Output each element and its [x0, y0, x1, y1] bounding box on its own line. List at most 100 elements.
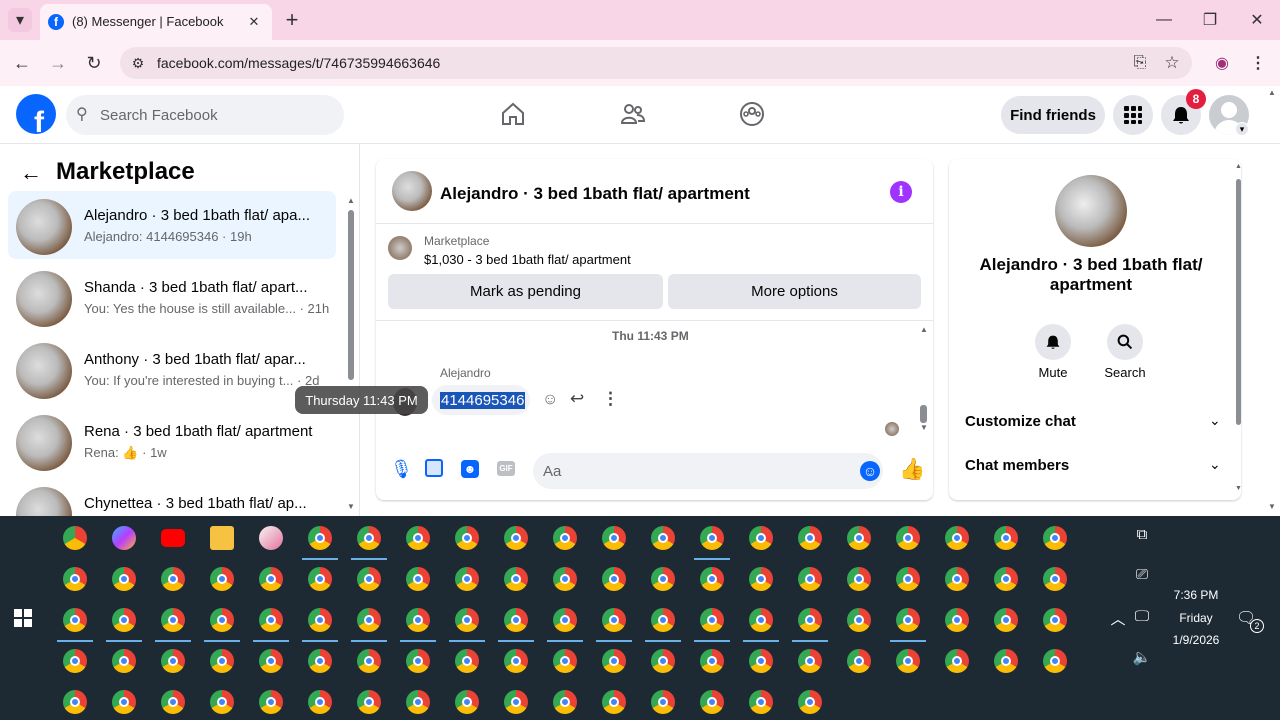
chrome-taskbar-icon[interactable]: [504, 526, 528, 550]
conversation-item[interactable]: Alejandro · 3 bed 1bath flat/ apa... Ale…: [8, 191, 336, 259]
conversation-item[interactable]: Shanda · 3 bed 1bath flat/ apart... You:…: [8, 263, 336, 331]
volume-icon[interactable]: 🔈: [1131, 648, 1153, 666]
chrome-taskbar-icon[interactable]: [602, 690, 626, 714]
chrome-taskbar-icon[interactable]: [455, 649, 479, 673]
chrome-taskbar-icon[interactable]: [749, 567, 773, 591]
chrome-taskbar-icon[interactable]: [63, 526, 87, 550]
chrome-taskbar-icon[interactable]: [994, 608, 1018, 632]
forward-icon[interactable]: →: [46, 51, 70, 75]
chrome-taskbar-icon[interactable]: [161, 567, 185, 591]
chrome-taskbar-icon[interactable]: [798, 567, 822, 591]
chrome-taskbar-icon[interactable]: [945, 567, 969, 591]
chrome-taskbar-icon[interactable]: [63, 690, 87, 714]
account-chevron-icon[interactable]: ▾: [1235, 122, 1249, 136]
voice-clip-icon[interactable]: 🎙: [390, 459, 413, 480]
chrome-taskbar-icon[interactable]: [651, 649, 675, 673]
search-facebook-input[interactable]: ⚲ Search Facebook: [66, 95, 344, 135]
chrome-taskbar-icon[interactable]: [63, 608, 87, 632]
chrome-taskbar-icon[interactable]: [651, 567, 675, 591]
chrome-taskbar-icon[interactable]: [210, 567, 234, 591]
more-options-button[interactable]: More options: [668, 274, 921, 309]
chrome-taskbar-icon[interactable]: [602, 608, 626, 632]
chrome-taskbar-icon[interactable]: [357, 567, 381, 591]
customize-chat-section[interactable]: Customize chat ⌄: [957, 405, 1229, 437]
chrome-taskbar-icon[interactable]: [798, 690, 822, 714]
chrome-taskbar-icon[interactable]: [504, 649, 528, 673]
chrome-taskbar-icon[interactable]: [455, 690, 479, 714]
chrome-taskbar-icon[interactable]: [945, 526, 969, 550]
friends-icon[interactable]: [620, 101, 646, 127]
chrome-taskbar-icon[interactable]: [406, 608, 430, 632]
browser-tab[interactable]: f (8) Messenger | Facebook ✕: [40, 4, 272, 40]
chrome-taskbar-icon[interactable]: [847, 567, 871, 591]
chrome-taskbar-icon[interactable]: [553, 526, 577, 550]
chrome-taskbar-icon[interactable]: [357, 526, 381, 550]
display-tray-icon[interactable]: 🖵: [1131, 608, 1153, 625]
chrome-taskbar-icon[interactable]: [210, 649, 234, 673]
chrome-taskbar-icon[interactable]: [749, 526, 773, 550]
sticker-icon[interactable]: ☻: [461, 460, 479, 478]
chrome-taskbar-icon[interactable]: [112, 690, 136, 714]
chrome-taskbar-icon[interactable]: [308, 608, 332, 632]
chrome-taskbar-icon[interactable]: [700, 526, 724, 550]
chrome-taskbar-icon[interactable]: [945, 649, 969, 673]
chrome-taskbar-icon[interactable]: [308, 526, 332, 550]
mark-as-pending-button[interactable]: Mark as pending: [388, 274, 663, 309]
back-arrow-icon[interactable]: ←: [20, 160, 42, 186]
show-hidden-icons-chevron-icon[interactable]: ︿: [1108, 608, 1128, 629]
chrome-taskbar-icon[interactable]: [798, 608, 822, 632]
facebook-logo-icon[interactable]: f: [16, 94, 56, 134]
chrome-taskbar-icon[interactable]: [553, 649, 577, 673]
conversation-item[interactable]: Chynettea · 3 bed 1bath flat/ ap...: [8, 479, 336, 516]
chrome-taskbar-icon[interactable]: [504, 690, 528, 714]
chrome-taskbar-icon[interactable]: [112, 608, 136, 632]
windows-start-icon[interactable]: [14, 609, 32, 627]
mute-bell-icon[interactable]: [1035, 324, 1071, 360]
conversation-item[interactable]: Anthony · 3 bed 1bath flat/ apar... You:…: [8, 335, 336, 403]
paint-icon[interactable]: [259, 526, 283, 550]
install-app-icon[interactable]: ⎘: [1128, 51, 1152, 75]
chrome-menu-icon[interactable]: ⋮: [1246, 51, 1270, 75]
gif-icon[interactable]: GIF: [497, 461, 515, 476]
profile-avatar[interactable]: [1055, 175, 1127, 247]
chrome-taskbar-icon[interactable]: [504, 608, 528, 632]
chat-members-section[interactable]: Chat members ⌄: [957, 449, 1229, 481]
network-tray-icon[interactable]: ⎚: [1131, 566, 1153, 583]
chrome-taskbar-icon[interactable]: [700, 608, 724, 632]
close-tab-icon[interactable]: ✕: [244, 12, 264, 32]
conversation-item[interactable]: Rena · 3 bed 1bath flat/ apartment Rena:…: [8, 407, 336, 475]
chrome-taskbar-icon[interactable]: [651, 608, 675, 632]
chrome-taskbar-icon[interactable]: [308, 567, 332, 591]
new-tab-button[interactable]: +: [280, 7, 304, 32]
message-composer-input[interactable]: Aa ☺: [533, 453, 883, 489]
chrome-taskbar-icon[interactable]: [896, 608, 920, 632]
restore-icon[interactable]: ❐: [1198, 8, 1222, 32]
tab-search-dropdown-icon[interactable]: ▾: [8, 8, 32, 32]
chrome-taskbar-icon[interactable]: [161, 649, 185, 673]
chat-avatar[interactable]: [392, 171, 432, 211]
chrome-taskbar-icon[interactable]: [651, 690, 675, 714]
chrome-taskbar-icon[interactable]: [847, 608, 871, 632]
react-emoji-icon[interactable]: ☺: [542, 391, 558, 409]
chrome-taskbar-icon[interactable]: [994, 567, 1018, 591]
chrome-taskbar-icon[interactable]: [896, 567, 920, 591]
site-info-icon[interactable]: ⚙: [126, 51, 150, 75]
clock-date[interactable]: 1/9/2026: [1160, 633, 1232, 647]
chrome-taskbar-icon[interactable]: [308, 649, 332, 673]
chrome-taskbar-icon[interactable]: [504, 567, 528, 591]
chrome-taskbar-icon[interactable]: [161, 690, 185, 714]
find-friends-button[interactable]: Find friends: [1001, 96, 1105, 134]
search-conversation-icon[interactable]: [1107, 324, 1143, 360]
url-text[interactable]: facebook.com/messages/t/746735994663646: [157, 55, 440, 71]
back-icon[interactable]: ←: [10, 51, 34, 75]
listing-title[interactable]: $1,030 - 3 bed 1bath flat/ apartment: [424, 252, 631, 267]
chrome-taskbar-icon[interactable]: [1043, 567, 1067, 591]
chrome-taskbar-icon[interactable]: [112, 649, 136, 673]
chrome-taskbar-icon[interactable]: [455, 526, 479, 550]
chrome-taskbar-icon[interactable]: [700, 649, 724, 673]
chrome-taskbar-icon[interactable]: [798, 649, 822, 673]
chrome-taskbar-icon[interactable]: [210, 690, 234, 714]
search-label[interactable]: Search: [1095, 365, 1155, 380]
message-bubble[interactable]: 4144695346: [432, 385, 530, 415]
close-window-icon[interactable]: ✕: [1245, 8, 1269, 32]
